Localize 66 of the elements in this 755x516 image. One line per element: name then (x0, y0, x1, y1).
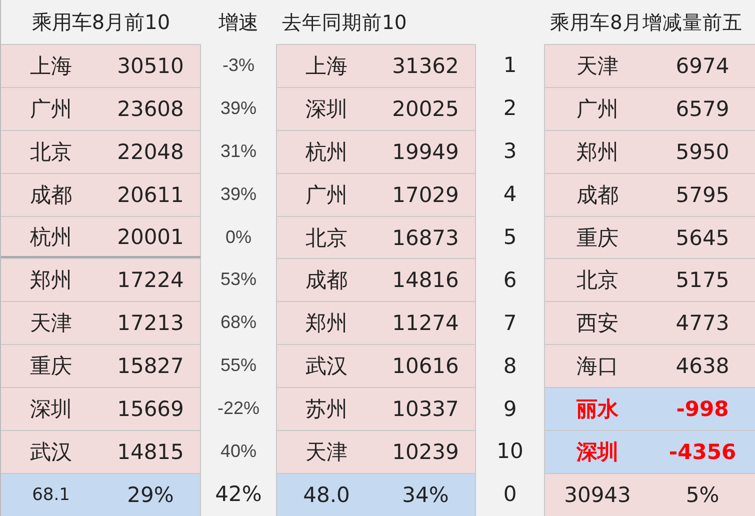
table-cell: 20611 (101, 172, 201, 216)
table-cell: 海口 (544, 344, 650, 388)
table-cell: 30943 (544, 472, 650, 516)
table-cell: 22048 (101, 130, 201, 173)
table-cell: 郑州 (544, 130, 650, 173)
table-cell: 23608 (101, 86, 201, 130)
table-cell: 北京 (544, 258, 650, 302)
table-cell: 6974 (650, 44, 755, 87)
table-cell: 15827 (101, 344, 201, 388)
table-cell: 天津 (276, 430, 376, 473)
table-cell: 17224 (101, 258, 201, 302)
table-cell: 5950 (650, 130, 755, 173)
table-cell: 上海 (276, 44, 376, 87)
table-cell: 重庆 (1, 344, 101, 388)
table-cell: -4356 (650, 430, 755, 473)
table-cell: 4638 (650, 344, 755, 388)
table-cell: 29% (101, 472, 201, 516)
table-cell: 深圳 (1, 387, 101, 430)
table-cell: 丽水 (544, 387, 650, 430)
table-cell: 68.1 (1, 472, 101, 516)
table-cell: 5175 (650, 258, 755, 302)
table-cell: 4773 (650, 301, 755, 344)
table-cell: 17213 (101, 301, 201, 344)
table-cell: 10239 (376, 430, 476, 473)
table-cell: 郑州 (276, 301, 376, 344)
table-cell: 重庆 (544, 216, 650, 258)
table-cell: 成都 (544, 172, 650, 216)
table-cell: 苏州 (276, 387, 376, 430)
table-cell: 上海 (1, 44, 101, 87)
table-cell: 5795 (650, 172, 755, 216)
table-cell: 14815 (101, 430, 201, 473)
table-cell: 5645 (650, 216, 755, 258)
table-cell: 广州 (1, 86, 101, 130)
table-cell: 西安 (544, 301, 650, 344)
table-cell: 深圳 (544, 430, 650, 473)
table-cell: 16873 (376, 216, 476, 258)
table-cell: 17029 (376, 172, 476, 216)
table-cell: 11274 (376, 301, 476, 344)
table-cell: 天津 (544, 44, 650, 87)
table-cell: 48.0 (276, 472, 376, 516)
table-cell: 广州 (276, 172, 376, 216)
table-cell: 广州 (544, 86, 650, 130)
table-cell: 15669 (101, 387, 201, 430)
table-cell: 成都 (276, 258, 376, 302)
table-cell: 成都 (1, 172, 101, 216)
table-cell: 31362 (376, 44, 476, 87)
table-cell: 北京 (1, 130, 101, 173)
table-cell: 杭州 (1, 216, 101, 258)
table-cell: 郑州 (1, 258, 101, 302)
table-cell: 30510 (101, 44, 201, 87)
table-cell: 武汉 (276, 344, 376, 388)
table-cell: 天津 (1, 301, 101, 344)
table-cell: 20001 (101, 216, 201, 258)
table-cell: 34% (376, 472, 476, 516)
table-cell: 20025 (376, 86, 476, 130)
table-cell: 19949 (376, 130, 476, 173)
table-cell: 10337 (376, 387, 476, 430)
table-cell: -998 (650, 387, 755, 430)
table-cell: 武汉 (1, 430, 101, 473)
table-cell: 深圳 (276, 86, 376, 130)
table-cell: 10616 (376, 344, 476, 388)
table-cell: 6579 (650, 86, 755, 130)
table-cell: 北京 (276, 216, 376, 258)
table-cell: 5% (650, 472, 755, 516)
table-cell: 杭州 (276, 130, 376, 173)
table-cell: 14816 (376, 258, 476, 302)
